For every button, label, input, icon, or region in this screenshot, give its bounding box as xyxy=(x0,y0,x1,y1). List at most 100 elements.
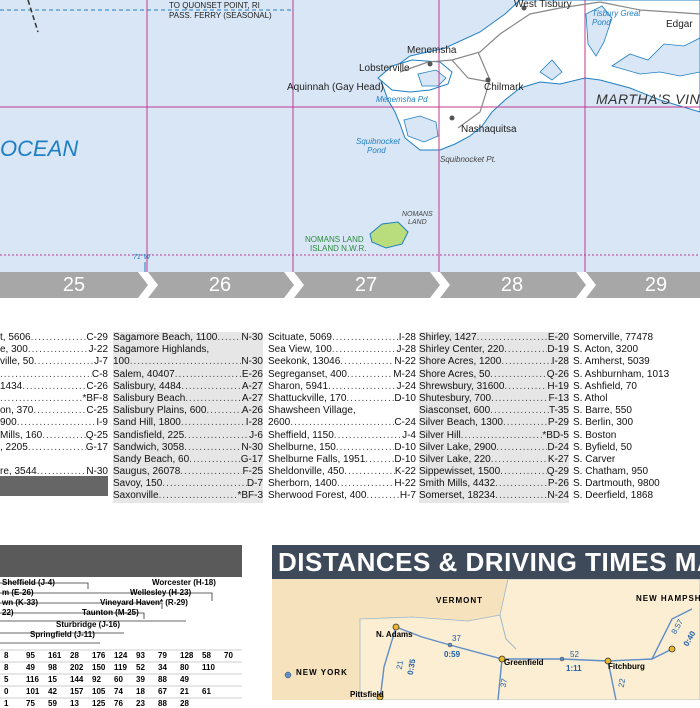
index-entry-grid-code: N-30 xyxy=(241,441,263,453)
index-entry: S. Chatham, 950 xyxy=(573,466,700,478)
distances-title: DISTANCES & DRIVING TIMES MA xyxy=(272,545,700,579)
squibnocket-pond-label-2: Pond xyxy=(367,146,386,155)
index-entry-name: Sherborn, 1400 xyxy=(268,478,337,490)
index-entry-name: Salem, 40407 xyxy=(113,368,175,380)
index-entry-grid-code: N-30 xyxy=(241,356,263,368)
index-entry-leader xyxy=(175,369,242,381)
index-entry-grid-code: J-22 xyxy=(88,344,108,356)
mileage-label-taunton: Taunton (M-25) xyxy=(82,608,139,617)
index-entry-leader xyxy=(490,369,547,381)
index-entry-name: S. Deerfield, 1868 xyxy=(573,490,654,502)
index-entry-name: S. Carver xyxy=(573,453,616,465)
mileage-cell: 202 xyxy=(70,663,84,672)
index-entry-leader xyxy=(500,466,547,478)
index-entry: *BF-8 xyxy=(0,393,108,405)
index-entry: Sherwood Forest, 400 H-7 xyxy=(268,490,416,502)
index-entry-grid-code: I-28 xyxy=(245,417,263,429)
index-entry: Salisbury Plains, 600 A-26 xyxy=(113,405,263,417)
mileage-cell: 88 xyxy=(158,675,167,684)
index-entry: Sagamore Beach, 1100 N-30 xyxy=(113,332,263,344)
index-entry-grid-code: T-35 xyxy=(548,405,569,417)
index-entry-name: S. Amherst, 5039 xyxy=(573,356,650,368)
mileage-chart: Sheffield (J-4) Worcester (H-18) m (E-26… xyxy=(0,545,242,708)
index-entry-leader xyxy=(495,490,547,502)
index-entry: Mills, 160 Q-25 xyxy=(0,430,108,442)
index-entry: Saugus, 26078 F-25 xyxy=(113,466,263,478)
index-entry-name: Shelburne Falls, 1951 xyxy=(268,453,366,465)
index-entry-leader xyxy=(504,381,547,393)
index-entry-leader xyxy=(336,442,394,454)
index-entry-name: Sharon, 5941 xyxy=(268,380,329,392)
index-entry-leader xyxy=(337,478,394,490)
city-label-greenfield: Greenfield xyxy=(504,658,544,667)
index-entry-leader xyxy=(130,356,242,368)
mileage-cell: 39 xyxy=(136,675,145,684)
index-entry-grid-code: Q-25 xyxy=(85,429,108,441)
index-entry-grid-code: J-4 xyxy=(402,429,416,441)
index-entry: Seekonk, 13046 N-22 xyxy=(268,356,416,368)
index-column-2: Sagamore Beach, 1100 N-30 Sagamore Highlan… xyxy=(113,332,263,503)
index-entry: S. Berlin, 300 xyxy=(573,417,700,429)
mileage-cell: 28 xyxy=(70,651,79,660)
mileage-cell: 70 xyxy=(224,651,233,660)
column-26: 26 xyxy=(208,273,232,296)
index-entry-name: Sea View, 100 xyxy=(268,344,332,356)
leg-miles-5: 22 xyxy=(616,677,628,689)
nashaquitsa-label: Nashaquitsa xyxy=(461,124,517,135)
index-entry-leader xyxy=(42,430,86,442)
index-entry-leader xyxy=(185,393,242,405)
index-entry-grid-code: J-24 xyxy=(396,380,416,392)
leg-miles-3: 52 xyxy=(570,650,579,659)
index-entry-name: 1434 xyxy=(0,380,23,392)
index-entry: Sippewisset, 1500 Q-29 xyxy=(419,466,569,478)
index-entry-name: Shutesbury, 700 xyxy=(419,392,492,404)
index-entry-name: t, 5606 xyxy=(0,332,31,343)
index-entry-name: 900 xyxy=(0,417,17,429)
index-entry-name: S. Acton, 3200 xyxy=(573,344,639,356)
mileage-cell: 5 xyxy=(4,675,9,684)
index-entry-name: S. Byfield, 50 xyxy=(573,441,632,453)
index-entry: Shrewsbury, 31600 H-19 xyxy=(419,381,569,393)
column-25: 25 xyxy=(62,273,86,296)
squibnocket-point-label: Squibnocket Pt. xyxy=(440,155,497,164)
index-entry-leader xyxy=(180,466,242,478)
index-entry: Sandy Beach, 60 G-17 xyxy=(113,454,263,466)
index-entry: Shirley Center, 220 D-19 xyxy=(419,344,569,356)
index-entry: on, 370 C-25 xyxy=(0,405,108,417)
mileage-cell: 49 xyxy=(26,663,35,672)
index-entry-leader xyxy=(477,332,548,344)
index-entry: Sandwich, 3058 N-30 xyxy=(113,442,263,454)
column-28: 28 xyxy=(500,273,524,296)
mileage-cell: 150 xyxy=(92,663,106,672)
mileage-cell: 52 xyxy=(136,663,145,672)
index-entry-name: Mills, 160 xyxy=(0,429,43,441)
index-entry-leader xyxy=(290,417,394,429)
city-label-fitchburg: Fitchburg xyxy=(608,662,645,671)
index-entry-leader xyxy=(28,344,89,356)
index-entry: Sea View, 100 J-28 xyxy=(268,344,416,356)
mileage-label-22: 22) xyxy=(2,608,14,617)
mileage-cell: 58 xyxy=(202,651,211,660)
mileage-label-springfield: Springfield (J-11) xyxy=(30,630,95,639)
mileage-cell: 75 xyxy=(26,699,35,708)
index-entry-name: Silver Lake, 220 xyxy=(419,453,491,465)
index-entry-name: S. Barre, 550 xyxy=(573,405,632,417)
tisbury-pond-label: Pond xyxy=(592,18,611,27)
index-entry-name: Shirley, 1427 xyxy=(419,332,477,343)
index-entry-grid-code: J-28 xyxy=(396,344,416,356)
index-entry: ville, 50 J-7 xyxy=(0,356,108,368)
ferry-label-line1: TO QUONSET POINT, RI xyxy=(169,1,260,10)
leg-miles-2: 21 xyxy=(394,659,406,671)
tisbury-great-pond-label: Tisbury Great xyxy=(592,9,641,18)
index-entry-leader xyxy=(28,442,86,454)
index-section-band xyxy=(0,476,108,496)
index-entry-leader xyxy=(491,393,548,405)
index-entry: Sand Hill, 1800 I-28 xyxy=(113,417,263,429)
index-entry: Sandisfield, 225 J-6 xyxy=(113,430,263,442)
index-entry: S. Dartmouth, 9800 xyxy=(573,478,700,490)
index-entry: Silver Beach, 1300 P-29 xyxy=(419,417,569,429)
index-entry: Shawsheen Village, xyxy=(268,405,416,417)
index-entry: S. Athol xyxy=(573,393,700,405)
mileage-cell: 8 xyxy=(4,651,9,660)
mileage-cell: 101 xyxy=(26,687,40,696)
